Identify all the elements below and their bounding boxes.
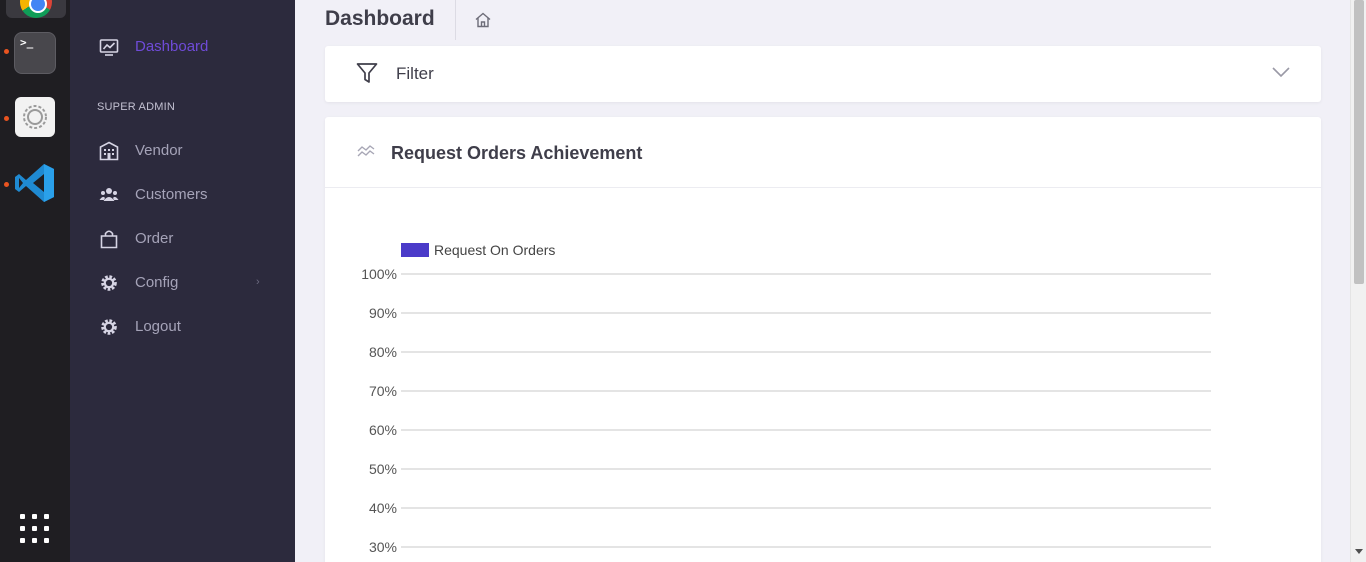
vscode-icon: [15, 164, 54, 202]
sidebar-item-logout[interactable]: Logout: [70, 311, 295, 341]
page-title: Dashboard: [325, 7, 435, 30]
ubuntu-dock: >_: [0, 0, 70, 562]
y-tick-label: 40%: [369, 500, 397, 516]
legend-swatch[interactable]: [401, 243, 429, 257]
users-icon: [99, 188, 119, 201]
divider: [455, 0, 456, 40]
y-tick-label: 30%: [369, 539, 397, 555]
chrome-icon: [20, 0, 52, 18]
monitor-chart-icon: [99, 39, 119, 56]
running-indicator: [4, 49, 9, 54]
chevron-right-icon: ›: [256, 276, 260, 288]
y-tick-label: 100%: [361, 266, 397, 282]
app-grid-icon: [20, 514, 49, 543]
filter-icon: [356, 63, 378, 83]
sidebar-item-config[interactable]: Config ›: [70, 267, 295, 297]
sidebar-item-label: Customers: [135, 185, 208, 203]
y-tick-label: 60%: [369, 422, 397, 438]
scrollbar-thumb[interactable]: [1354, 0, 1364, 284]
y-tick-label: 70%: [369, 383, 397, 399]
sidebar-item-order[interactable]: Order: [70, 223, 295, 253]
settings-gear-icon: [23, 105, 47, 129]
y-tick-label: 80%: [369, 344, 397, 360]
chart-card: Request Orders Achievement Request On Or…: [325, 117, 1321, 562]
building-icon: [99, 141, 119, 161]
gear-icon: [101, 275, 117, 291]
bar-chart: Request On Orders 100% 90% 80% 70% 60% 50% 40% 3…: [361, 242, 1211, 555]
page-scrollbar[interactable]: [1350, 0, 1366, 562]
legend-label[interactable]: Request On Orders: [434, 242, 555, 258]
sidebar-item-dashboard[interactable]: Dashboard: [70, 31, 295, 61]
chevron-down-icon[interactable]: [1272, 66, 1290, 78]
sidebar-section-title: SUPER ADMIN: [97, 101, 175, 113]
scroll-down-arrow[interactable]: [1355, 549, 1363, 554]
sidebar: Dashboard SUPER ADMIN Vendor Customers O…: [70, 0, 295, 562]
running-indicator: [4, 182, 9, 187]
terminal-icon: >_: [20, 36, 34, 49]
running-indicator: [4, 116, 9, 121]
y-tick-label: 50%: [369, 461, 397, 477]
y-tick-label: 90%: [369, 305, 397, 321]
filter-panel[interactable]: Filter: [325, 46, 1321, 102]
home-icon[interactable]: [474, 11, 492, 29]
sidebar-item-label: Order: [135, 229, 174, 247]
sidebar-item-vendor[interactable]: Vendor: [70, 135, 295, 165]
sidebar-item-label: Vendor: [135, 141, 183, 159]
show-apps-button[interactable]: [20, 514, 52, 546]
sidebar-item-label: Logout: [135, 317, 181, 335]
settings-launcher[interactable]: [15, 97, 55, 137]
vscode-launcher[interactable]: [14, 162, 56, 204]
sidebar-item-customers[interactable]: Customers: [70, 179, 295, 209]
chrome-launcher[interactable]: [6, 0, 66, 18]
sidebar-item-label: Dashboard: [135, 37, 209, 55]
terminal-launcher[interactable]: >_: [14, 32, 56, 74]
shopping-bag-icon: [100, 230, 118, 249]
gear-icon: [101, 319, 117, 335]
filter-label: Filter: [396, 64, 434, 83]
sidebar-item-label: Config: [135, 273, 179, 291]
